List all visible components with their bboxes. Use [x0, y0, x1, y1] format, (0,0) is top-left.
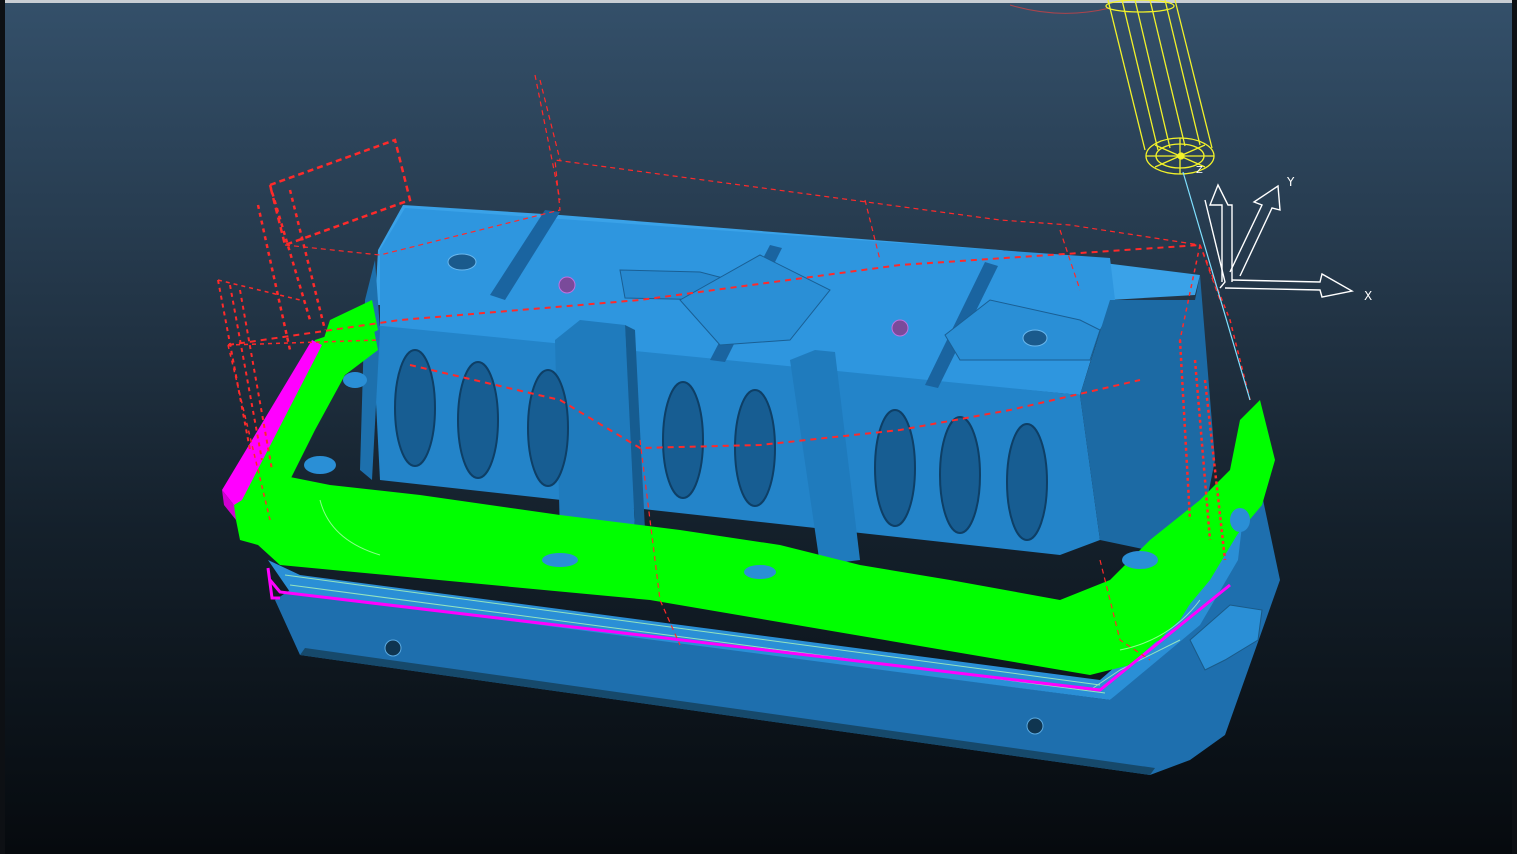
- tool-holder-icon[interactable]: [1105, 0, 1215, 175]
- block-left-lip: [360, 260, 380, 480]
- link-left-box-vert-1: [256, 184, 327, 351]
- toolpath-gap-1: [304, 456, 336, 474]
- toolpath-gap-5: [1122, 551, 1158, 569]
- toolpath-gap-6: [1230, 508, 1250, 532]
- axis-label-x: X: [1364, 289, 1372, 303]
- part-model[interactable]: [268, 205, 1280, 775]
- toolpath-gap-2: [343, 372, 367, 388]
- axis-label-y: Y: [1286, 175, 1295, 189]
- 3d-scene[interactable]: Y X Z: [0, 0, 1517, 854]
- axis-triad-icon[interactable]: [1204, 183, 1354, 298]
- base-hole-right: [1026, 717, 1044, 735]
- top-pin-magenta-1: [558, 276, 576, 294]
- base-hole-left: [384, 639, 402, 657]
- toolpath-gap-3: [542, 553, 578, 567]
- link-plunge-1: [534, 74, 561, 201]
- rapid-move-arc: [1009, 4, 1111, 14]
- graphics-viewport[interactable]: Y X Z: [0, 0, 1517, 854]
- toolpath-gap-4: [744, 565, 776, 579]
- top-hole-left: [447, 253, 477, 271]
- axis-label-z: Z: [1196, 165, 1203, 176]
- top-hole-right: [1022, 329, 1048, 347]
- top-pin-magenta-2: [891, 319, 909, 337]
